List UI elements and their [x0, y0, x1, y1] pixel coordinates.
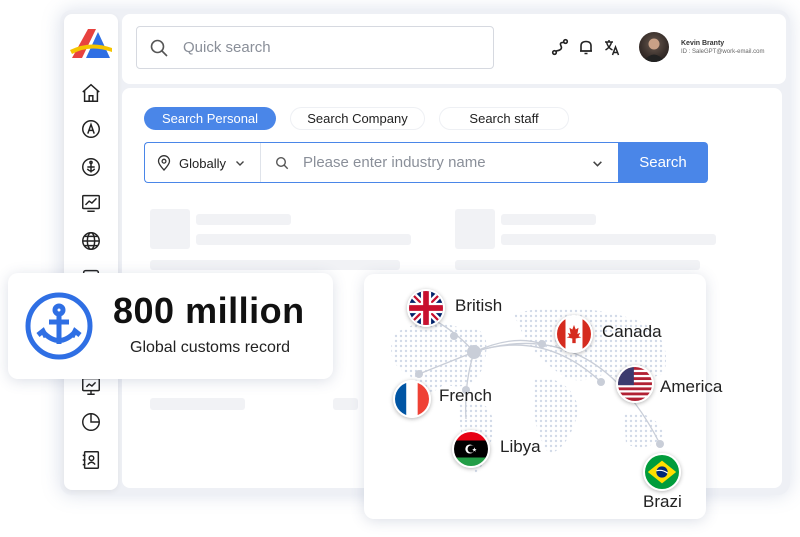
- chevron-down-icon: [235, 161, 244, 166]
- font-a-icon[interactable]: [79, 117, 103, 141]
- search-button[interactable]: Search: [618, 142, 708, 183]
- skeleton: [150, 398, 245, 410]
- libya-flag-icon: [452, 430, 490, 468]
- tab-search-personal[interactable]: Search Personal: [144, 107, 276, 130]
- country-label: British: [455, 296, 503, 315]
- skeleton: [455, 260, 700, 270]
- stat-value: 800 million: [113, 290, 305, 331]
- route-icon[interactable]: [551, 38, 569, 56]
- home-icon[interactable]: [79, 81, 103, 105]
- quick-search-input[interactable]: [183, 39, 463, 56]
- region-label: Globally: [179, 155, 226, 171]
- industry-input[interactable]: [303, 151, 593, 173]
- pie-chart-icon[interactable]: [79, 410, 103, 434]
- uk-flag-icon: [407, 289, 445, 327]
- usa-flag-icon: [616, 365, 654, 403]
- globe-icon[interactable]: [79, 229, 103, 253]
- app-logo[interactable]: [68, 26, 114, 62]
- brazil-flag-icon: [643, 453, 681, 491]
- skeleton: [196, 214, 291, 225]
- search-icon: [275, 156, 289, 170]
- france-flag-icon: [393, 380, 431, 418]
- search-icon: [150, 39, 168, 57]
- skeleton: [150, 260, 400, 270]
- skeleton: [501, 234, 716, 245]
- country-label: America: [660, 377, 723, 396]
- skeleton: [150, 209, 190, 249]
- stat-label: Global customs record: [130, 339, 291, 356]
- country-label: Libya: [500, 437, 541, 456]
- skeleton: [196, 234, 411, 245]
- anchor-icon: [25, 292, 93, 360]
- tab-search-company[interactable]: Search Company: [290, 107, 425, 130]
- skeleton: [501, 214, 596, 225]
- skeleton: [333, 398, 358, 410]
- user-id: ID : SaleGPT@work-email.com: [681, 49, 765, 55]
- region-select[interactable]: Globally: [156, 151, 245, 175]
- tab-search-staff[interactable]: Search staff: [439, 107, 569, 130]
- divider: [260, 143, 261, 182]
- user-name: Kevin Branty: [681, 40, 725, 47]
- location-pin-icon: [157, 155, 171, 171]
- country-label: Brazi: [643, 492, 682, 511]
- anchor-icon[interactable]: [79, 155, 103, 179]
- bell-icon[interactable]: [577, 38, 595, 56]
- contacts-icon[interactable]: [79, 448, 103, 472]
- skeleton: [455, 209, 495, 249]
- quick-search-box[interactable]: [136, 26, 494, 69]
- canada-flag-icon: [555, 315, 593, 353]
- chart-icon[interactable]: [79, 191, 103, 215]
- country-label: French: [439, 386, 492, 405]
- country-label: Canada: [602, 322, 662, 341]
- chevron-down-icon[interactable]: [592, 158, 603, 169]
- translate-icon[interactable]: [603, 38, 621, 56]
- avatar[interactable]: [639, 32, 669, 62]
